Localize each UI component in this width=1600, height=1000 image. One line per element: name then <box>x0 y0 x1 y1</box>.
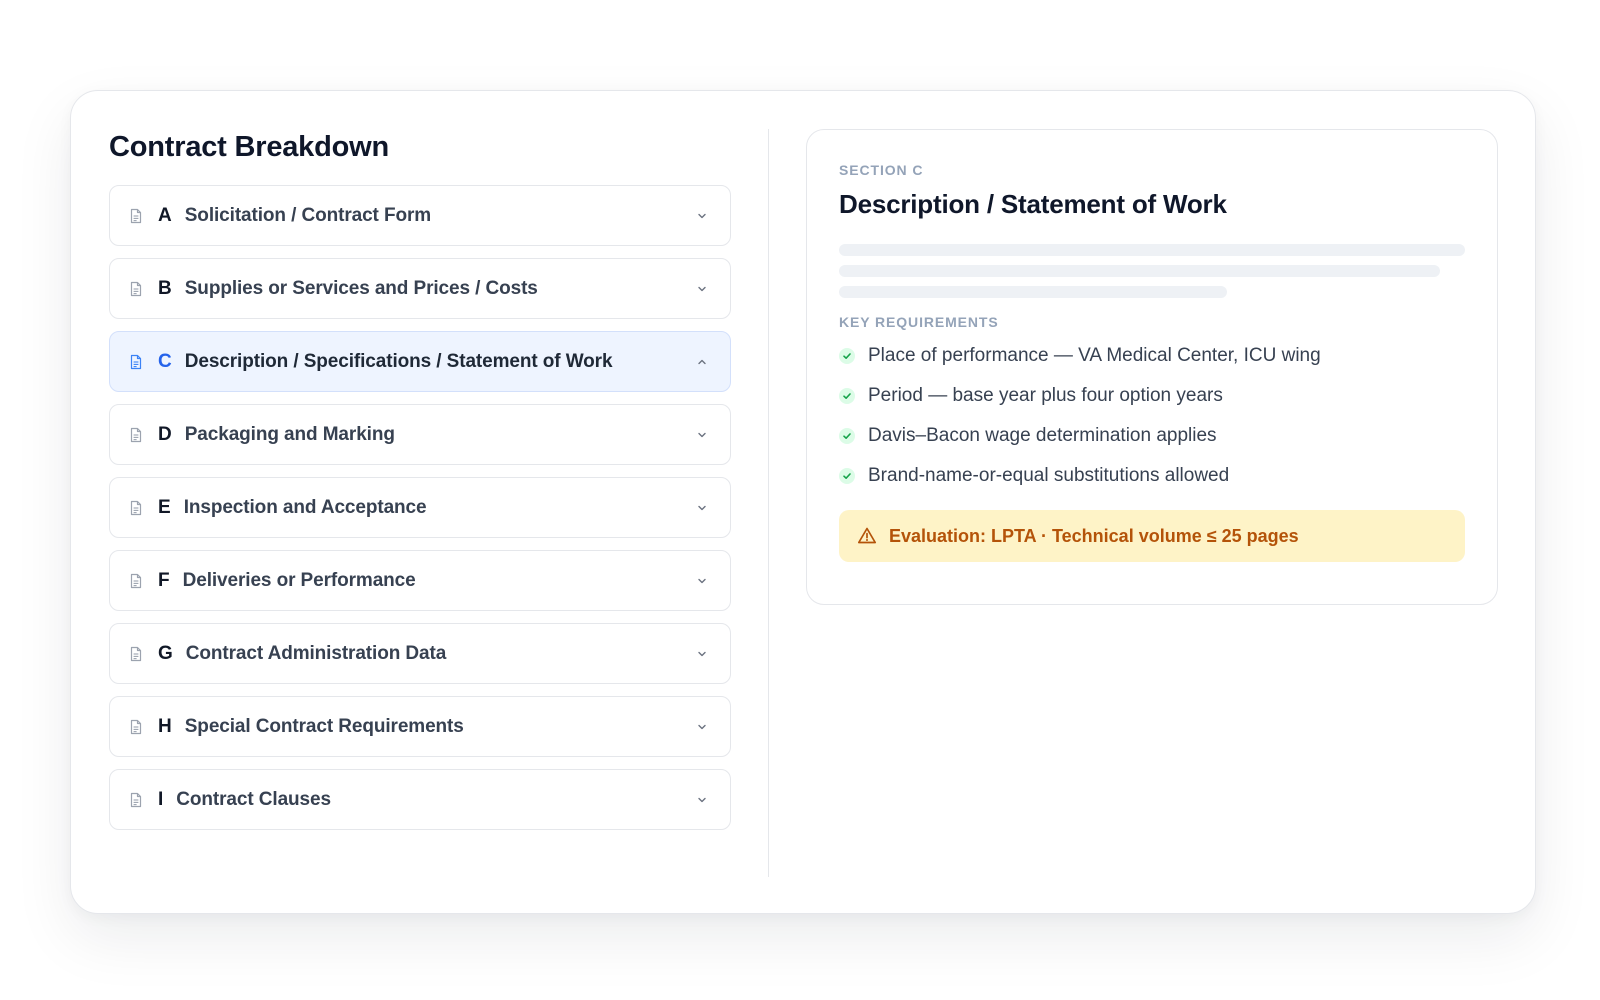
section-letter: E <box>158 496 171 518</box>
section-label: Contract Clauses <box>176 788 331 810</box>
section-letter: I <box>158 788 164 810</box>
check-icon <box>839 388 855 404</box>
section-item-i[interactable]: I Contract Clauses <box>109 769 731 830</box>
section-detail-panel: SECTION C Description / Statement of Wor… <box>806 129 1498 605</box>
requirements-heading: KEY REQUIREMENTS <box>839 314 999 330</box>
document-icon <box>128 281 144 297</box>
section-item-c[interactable]: C Description / Specifications / Statemen… <box>109 331 731 392</box>
chevron-down-icon[interactable] <box>696 794 708 806</box>
chevron-down-icon[interactable] <box>696 648 708 660</box>
section-letter: G <box>158 642 173 664</box>
section-item-a[interactable]: A Solicitation / Contract Form <box>109 185 731 246</box>
section-letter: F <box>158 569 170 591</box>
chevron-down-icon[interactable] <box>696 721 708 733</box>
document-icon <box>128 573 144 589</box>
section-letter: C <box>158 350 172 372</box>
skeleton-line <box>839 244 1465 256</box>
section-label: Special Contract Requirements <box>184 715 464 737</box>
section-list: A Solicitation / Contract Form B Supplies o… <box>109 185 731 830</box>
skeleton-line <box>839 286 1228 298</box>
section-item-h[interactable]: H Special Contract Requirements <box>109 696 731 757</box>
requirement-text: Brand-name-or-equal substitutions allowe… <box>868 465 1230 486</box>
document-icon <box>128 500 144 516</box>
section-item-b[interactable]: B Supplies or Services and Prices / Costs <box>109 258 731 319</box>
check-icon <box>839 468 855 484</box>
chevron-down-icon[interactable] <box>696 429 708 441</box>
section-label: Solicitation / Contract Form <box>184 204 432 226</box>
contract-breakdown-card: Contract Breakdown A Solicitation / Contr… <box>70 90 1536 914</box>
document-icon <box>128 427 144 443</box>
section-label: Deliveries or Performance <box>182 569 416 591</box>
section-label: Supplies or Services and Prices / Costs <box>184 277 538 299</box>
section-letter: D <box>158 423 172 445</box>
section-title: Description / Statement of Work <box>839 189 1227 219</box>
page-title: Contract Breakdown <box>109 131 389 163</box>
chevron-down-icon[interactable] <box>696 283 708 295</box>
section-letter: A <box>158 204 172 226</box>
section-item-f[interactable]: F Deliveries or Performance <box>109 550 731 611</box>
requirement-item: Davis–Bacon wage determination applies <box>839 424 1465 448</box>
section-item-e[interactable]: E Inspection and Acceptance <box>109 477 731 538</box>
column-divider <box>768 129 769 877</box>
check-icon <box>839 348 855 364</box>
section-eyebrow: SECTION C <box>839 162 924 178</box>
requirement-text: Davis–Bacon wage determination applies <box>868 425 1217 446</box>
section-label: Inspection and Acceptance <box>183 496 427 518</box>
requirement-item: Brand-name-or-equal substitutions allowe… <box>839 464 1465 488</box>
warning-triangle-icon <box>857 526 877 546</box>
document-icon <box>128 792 144 808</box>
section-label: Packaging and Marking <box>184 423 395 445</box>
chevron-down-icon[interactable] <box>696 210 708 222</box>
requirement-text: Place of performance — VA Medical Center… <box>868 345 1321 366</box>
requirement-item: Place of performance — VA Medical Center… <box>839 344 1465 368</box>
requirement-item: Period — base year plus four option year… <box>839 384 1465 408</box>
document-icon <box>128 354 144 370</box>
section-item-d[interactable]: D Packaging and Marking <box>109 404 731 465</box>
section-item-g[interactable]: G Contract Administration Data <box>109 623 731 684</box>
chevron-down-icon[interactable] <box>696 575 708 587</box>
chevron-up-icon[interactable] <box>696 356 708 368</box>
document-icon <box>128 208 144 224</box>
breakdown-column: Contract Breakdown A Solicitation / Contr… <box>109 127 731 830</box>
document-icon <box>128 719 144 735</box>
text-skeleton <box>839 244 1465 298</box>
document-icon <box>128 646 144 662</box>
section-letter: H <box>158 715 172 737</box>
requirements-list: Place of performance — VA Medical Center… <box>839 344 1465 488</box>
callout-text: Evaluation: LPTA · Technical volume ≤ 25… <box>889 525 1299 546</box>
section-letter: B <box>158 277 172 299</box>
skeleton-line <box>839 265 1440 277</box>
section-label: Description / Specifications / Statement… <box>184 350 613 372</box>
chevron-down-icon[interactable] <box>696 502 708 514</box>
check-icon <box>839 428 855 444</box>
requirement-text: Period — base year plus four option year… <box>868 385 1223 406</box>
section-label: Contract Administration Data <box>185 642 447 664</box>
evaluation-callout: Evaluation: LPTA · Technical volume ≤ 25… <box>839 510 1465 562</box>
